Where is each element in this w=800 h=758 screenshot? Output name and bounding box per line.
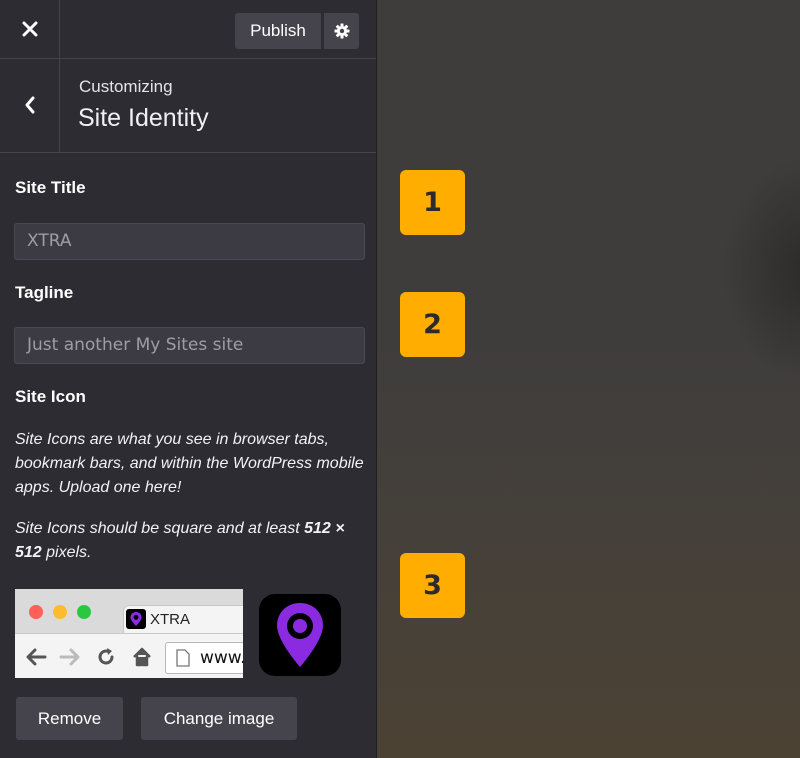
tagline-input[interactable]: Just another My Sites site: [14, 327, 365, 364]
site-title-input[interactable]: XTRA: [14, 223, 365, 260]
home-icon: [133, 647, 151, 667]
browser-url-bar: www.: [165, 642, 243, 674]
site-preview: [377, 0, 800, 758]
browser-tab-preview: XTRA www.: [15, 589, 243, 678]
publish-settings-button[interactable]: [324, 13, 359, 49]
close-icon: [22, 21, 37, 37]
gear-icon: [334, 23, 349, 39]
reload-icon: [98, 648, 114, 665]
map-pin-icon: [130, 612, 142, 626]
customizer-sidebar: Publish Customizing Site Identity Site T…: [0, 0, 377, 758]
step-badge-1: 1: [400, 170, 465, 235]
breadcrumb: Customizing: [79, 77, 173, 96]
back-arrow-icon: [26, 648, 47, 666]
section-header: Customizing Site Identity: [0, 58, 376, 153]
app-icon-preview: [259, 594, 341, 676]
tagline-label: Tagline: [15, 283, 74, 302]
site-icon-description: Site Icons are what you see in browser t…: [15, 431, 364, 496]
publish-button[interactable]: Publish: [235, 13, 321, 49]
browser-tab-title: XTRA: [150, 611, 191, 628]
minimize-dot: [53, 605, 67, 619]
favicon: [126, 609, 146, 629]
site-title-label: Site Title: [15, 178, 86, 197]
browser-url-text: www.: [200, 648, 243, 668]
site-icon-label: Site Icon: [15, 387, 86, 406]
close-button[interactable]: [0, 0, 60, 58]
forward-arrow-icon: [59, 648, 80, 666]
site-icon-requirement: Site Icons should be square and at least…: [15, 520, 345, 561]
maximize-dot: [77, 605, 91, 619]
customizer-topbar: Publish: [0, 0, 376, 59]
browser-toolbar: www.: [15, 633, 243, 678]
chevron-left-icon: [25, 96, 34, 114]
back-button[interactable]: [0, 58, 60, 152]
remove-button[interactable]: Remove: [16, 697, 123, 740]
page-title: Site Identity: [78, 104, 209, 132]
change-image-button[interactable]: Change image: [141, 697, 297, 740]
map-pin-icon: [277, 603, 323, 667]
step-badge-2: 2: [400, 292, 465, 357]
close-dot: [29, 605, 43, 619]
step-badge-3: 3: [400, 553, 465, 618]
page-icon: [176, 649, 190, 667]
